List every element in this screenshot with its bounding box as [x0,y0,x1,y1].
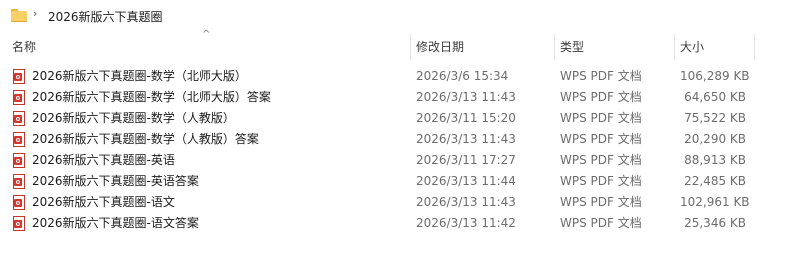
file-date-modified: 2026/3/13 11:43 [416,132,516,146]
file-date-modified: 2026/3/13 11:43 [416,195,516,209]
file-date-modified: 2026/3/11 17:27 [416,153,516,167]
file-date-modified: 2026/3/13 11:43 [416,90,516,104]
file-type: WPS PDF 文档 [560,132,642,146]
file-name: 2026新版六下真题圈-语文答案 [32,216,199,230]
file-list: 2026新版六下真题圈-数学（北师大版） 2026/3/6 15:34 WPS … [0,66,788,234]
file-type: WPS PDF 文档 [560,153,642,167]
file-size: 106,289 KB [680,69,750,83]
file-name: 2026新版六下真题圈-英语答案 [32,174,199,188]
file-size: 22,485 KB [684,174,746,188]
pdf-file-icon [13,195,26,210]
pdf-file-icon [13,174,26,189]
address-bar[interactable]: › 2026新版六下真题圈 [0,0,788,32]
file-size: 88,913 KB [684,153,746,167]
file-size: 25,346 KB [684,216,746,230]
file-size: 102,961 KB [680,195,750,209]
file-name: 2026新版六下真题圈-数学（人教版）答案 [32,132,259,146]
file-name: 2026新版六下真题圈-数学（北师大版）答案 [32,90,271,104]
file-row[interactable]: 2026新版六下真题圈-语文 2026/3/13 11:43 WPS PDF 文… [0,192,788,213]
file-name: 2026新版六下真题圈-英语 [32,153,175,167]
pdf-file-icon [13,132,26,147]
file-type: WPS PDF 文档 [560,174,642,188]
pdf-file-icon [13,216,26,231]
breadcrumb-current-folder[interactable]: 2026新版六下真题圈 [48,8,163,25]
file-type: WPS PDF 文档 [560,69,642,83]
file-date-modified: 2026/3/13 11:42 [416,216,516,230]
file-size: 75,522 KB [684,111,746,125]
file-size: 64,650 KB [684,90,746,104]
file-type: WPS PDF 文档 [560,195,642,209]
column-divider[interactable] [554,34,555,60]
file-row[interactable]: 2026新版六下真题圈-数学（人教版）答案 2026/3/13 11:43 WP… [0,129,788,150]
file-row[interactable]: 2026新版六下真题圈-数学（人教版） 2026/3/11 15:20 WPS … [0,108,788,129]
file-type: WPS PDF 文档 [560,216,642,230]
column-header-type[interactable]: 类型 [560,34,672,60]
column-header-size[interactable]: 大小 [680,34,752,60]
pdf-file-icon [13,153,26,168]
column-divider[interactable] [410,34,411,60]
file-row[interactable]: 2026新版六下真题圈-英语 2026/3/11 17:27 WPS PDF 文… [0,150,788,171]
file-name: 2026新版六下真题圈-语文 [32,195,175,209]
breadcrumb-chevron-icon[interactable]: › [33,7,37,20]
file-size: 20,290 KB [684,132,746,146]
file-date-modified: 2026/3/11 15:20 [416,111,516,125]
file-row[interactable]: 2026新版六下真题圈-数学（北师大版）答案 2026/3/13 11:43 W… [0,87,788,108]
file-date-modified: 2026/3/13 11:44 [416,174,516,188]
file-row[interactable]: 2026新版六下真题圈-数学（北师大版） 2026/3/6 15:34 WPS … [0,66,788,87]
pdf-file-icon [13,111,26,126]
file-row[interactable]: 2026新版六下真题圈-英语答案 2026/3/13 11:44 WPS PDF… [0,171,788,192]
file-name: 2026新版六下真题圈-数学（人教版） [32,111,235,125]
column-divider[interactable] [754,34,755,60]
column-divider[interactable] [674,34,675,60]
folder-icon [11,9,27,22]
file-name: 2026新版六下真题圈-数学（北师大版） [32,69,247,83]
pdf-file-icon [13,69,26,84]
column-header-date-modified[interactable]: 修改日期 [416,34,552,60]
file-row[interactable]: 2026新版六下真题圈-语文答案 2026/3/13 11:42 WPS PDF… [0,213,788,234]
file-date-modified: 2026/3/6 15:34 [416,69,509,83]
column-header-name[interactable]: 名称 [12,34,408,60]
file-type: WPS PDF 文档 [560,90,642,104]
column-header-row: 名称 修改日期 类型 大小 [0,34,788,60]
pdf-file-icon [13,90,26,105]
file-type: WPS PDF 文档 [560,111,642,125]
